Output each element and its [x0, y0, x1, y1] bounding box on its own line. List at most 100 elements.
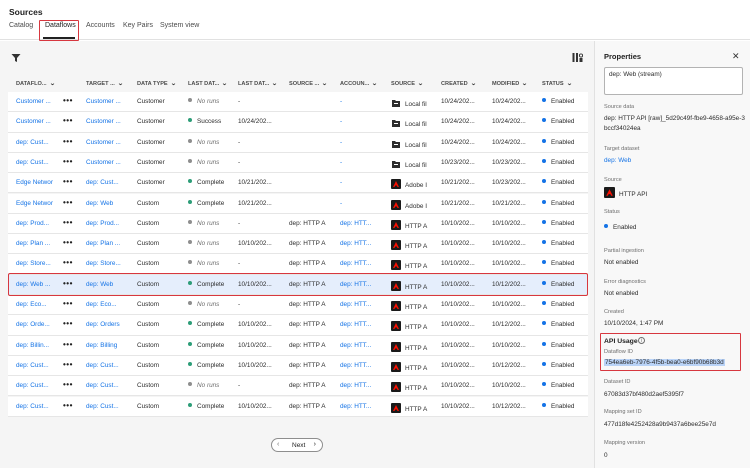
dataflow-name-link[interactable]: dep: Prod... [16, 220, 58, 227]
tab-system-view[interactable]: System view [160, 22, 199, 29]
more-actions-icon[interactable]: ••• [63, 258, 73, 267]
dataflow-name-link[interactable]: dep: Cust... [16, 403, 58, 410]
account-link[interactable]: - [340, 139, 380, 146]
account-link[interactable]: dep: HTT... [340, 321, 380, 328]
target-dataset-link[interactable]: Customer ... [86, 118, 130, 125]
target-dataset-link[interactable]: Customer ... [86, 159, 130, 166]
more-actions-icon[interactable]: ••• [63, 157, 73, 166]
table-row[interactable]: dep: Prod... ••• dep: Prod... Custom No runs… [8, 213, 588, 235]
table-row[interactable]: dep: Cust... ••• Customer ... Customer No ru… [8, 132, 588, 153]
dataflow-name-link[interactable]: Customer ... [16, 118, 58, 125]
target-dataset-link[interactable]: dep: Orders [86, 321, 130, 328]
table-row[interactable]: dep: Store... ••• dep: Store... Custom No ru… [8, 254, 588, 275]
table-row[interactable]: dep: Eco... ••• dep: Eco... Custom No runs - d… [8, 295, 588, 316]
account-link[interactable]: dep: HTT... [340, 382, 380, 389]
account-link[interactable]: dep: HTT... [340, 403, 380, 410]
target-dataset-link[interactable]: dep: Web [86, 200, 130, 207]
table-row[interactable]: Customer ... ••• Customer ... Customer Succe… [8, 112, 588, 133]
column-header-dataflow[interactable]: DATAFLO... ⌄ [16, 80, 55, 87]
dataflow-name-link[interactable]: Edge Networ [16, 179, 58, 186]
dataflow-name-link[interactable]: dep: Cust... [16, 382, 58, 389]
tab-accounts[interactable]: Accounts [86, 22, 115, 29]
column-header-last-run-date[interactable]: LAST DAT... ⌄ [238, 80, 278, 87]
table-row[interactable]: dep: Cust... ••• dep: Cust... Custom No runs… [8, 376, 588, 397]
column-header-source[interactable]: SOURCE ⌄ [391, 80, 423, 87]
table-row[interactable]: dep: Billin... ••• dep: Billing Custom Compl… [8, 335, 588, 356]
account-link[interactable]: - [340, 98, 380, 105]
account-link[interactable]: dep: HTT... [340, 342, 380, 349]
dataflow-name-link[interactable]: dep: Cust... [16, 159, 58, 166]
account-link[interactable]: dep: HTT... [340, 240, 380, 247]
column-header-source-dataset[interactable]: SOURCE ... ⌄ [289, 80, 328, 87]
info-icon[interactable]: i [638, 337, 645, 344]
target-dataset-link[interactable]: dep: Cust... [86, 382, 130, 389]
dataflow-name-link[interactable]: Edge Networ [16, 200, 58, 207]
target-dataset-link[interactable]: dep: Prod... [86, 220, 130, 227]
next-page-icon[interactable]: › [314, 441, 316, 448]
more-actions-icon[interactable]: ••• [63, 340, 73, 349]
dataflow-name-link[interactable]: Customer ... [16, 98, 58, 105]
dataflow-name-link[interactable]: dep: Eco... [16, 301, 58, 308]
column-header-status[interactable]: STATUS ⌄ [542, 80, 572, 87]
column-settings-icon[interactable] [572, 52, 583, 63]
column-header-created[interactable]: CREATED ⌄ [441, 80, 476, 87]
more-actions-icon[interactable]: ••• [63, 319, 73, 328]
tab-catalog[interactable]: Catalog [9, 22, 33, 29]
more-actions-icon[interactable]: ••• [63, 218, 73, 227]
account-link[interactable]: dep: HTT... [340, 220, 380, 227]
more-actions-icon[interactable]: ••• [63, 238, 73, 247]
dataflow-name-link[interactable]: dep: Cust... [16, 362, 58, 369]
table-row[interactable]: dep: Cust... ••• dep: Cust... Custom Complet… [8, 355, 588, 377]
account-link[interactable]: dep: HTT... [340, 362, 380, 369]
dataflow-name-link[interactable]: dep: Cust... [16, 139, 58, 146]
account-link[interactable]: dep: HTT... [340, 301, 380, 308]
next-page-button[interactable]: Next [292, 442, 305, 449]
account-link[interactable]: dep: HTT... [340, 260, 380, 267]
description-field[interactable]: dep: Web (stream) [604, 67, 743, 95]
more-actions-icon[interactable]: ••• [63, 198, 73, 207]
dataflow-name-link[interactable]: dep: Store... [16, 260, 58, 267]
more-actions-icon[interactable]: ••• [63, 380, 73, 389]
target-dataset-link[interactable]: dep: Billing [86, 342, 130, 349]
more-actions-icon[interactable]: ••• [63, 401, 73, 410]
more-actions-icon[interactable]: ••• [63, 96, 73, 105]
previous-page-icon[interactable]: ‹ [277, 441, 279, 448]
dataflow-name-link[interactable]: dep: Billin... [16, 342, 58, 349]
account-link[interactable]: - [340, 200, 380, 207]
dataflow-name-link[interactable]: dep: Orde... [16, 321, 58, 328]
table-row[interactable]: dep: Plan ... ••• dep: Plan ... Custom No ru… [8, 234, 588, 255]
target-dataset-link[interactable]: dep: Store... [86, 260, 130, 267]
more-actions-icon[interactable]: ••• [63, 177, 73, 186]
target-dataset-link[interactable]: Customer ... [86, 98, 130, 105]
target-dataset-link[interactable]: dep: Cust... [86, 179, 130, 186]
target-dataset-link[interactable]: dep: Plan ... [86, 240, 130, 247]
column-header-modified[interactable]: MODIFIED ⌄ [492, 80, 528, 87]
account-link[interactable]: - [340, 118, 380, 125]
table-row[interactable]: Edge Networ ••• dep: Cust... Customer Comple… [8, 173, 588, 194]
column-header-account[interactable]: ACCOUN... ⌄ [340, 80, 378, 87]
table-row[interactable]: Edge Networ ••• dep: Web Custom Complete 10/2… [8, 193, 588, 214]
target-dataset-link[interactable]: dep: Cust... [86, 403, 130, 410]
dataflow-id-value[interactable]: 754ea6eb-7976-4f5b-bea0-e6bf90b68b3d [604, 359, 725, 366]
more-actions-icon[interactable]: ••• [63, 116, 73, 125]
table-row[interactable]: dep: Cust... ••• Customer ... Customer No ru… [8, 152, 588, 174]
account-link[interactable]: - [340, 159, 380, 166]
account-link[interactable]: - [340, 179, 380, 186]
filter-icon[interactable] [11, 53, 21, 63]
tab-key-pairs[interactable]: Key Pairs [123, 22, 153, 29]
table-row[interactable]: dep: Orde... ••• dep: Orders Custom Complete… [8, 315, 588, 336]
column-header-data-type[interactable]: DATA TYPE ⌄ [137, 80, 176, 87]
target-dataset-link[interactable]: dep: Cust... [86, 362, 130, 369]
target-dataset-link[interactable]: Customer ... [86, 139, 130, 146]
target-dataset-link[interactable]: dep: Web [604, 156, 746, 166]
table-row[interactable]: dep: Cust... ••• dep: Cust... Custom Complet… [8, 396, 588, 417]
more-actions-icon[interactable]: ••• [63, 137, 73, 146]
target-dataset-link[interactable]: dep: Eco... [86, 301, 130, 308]
column-header-target[interactable]: TARGET ... ⌄ [86, 80, 123, 87]
close-icon[interactable]: ✕ [732, 51, 740, 62]
more-actions-icon[interactable]: ••• [63, 360, 73, 369]
column-header-last-run-status[interactable]: LAST DAT... ⌄ [188, 80, 228, 87]
table-row[interactable]: Customer ... ••• Customer ... Customer No ru… [8, 92, 588, 113]
dataflow-name-link[interactable]: dep: Plan ... [16, 240, 58, 247]
more-actions-icon[interactable]: ••• [63, 299, 73, 308]
